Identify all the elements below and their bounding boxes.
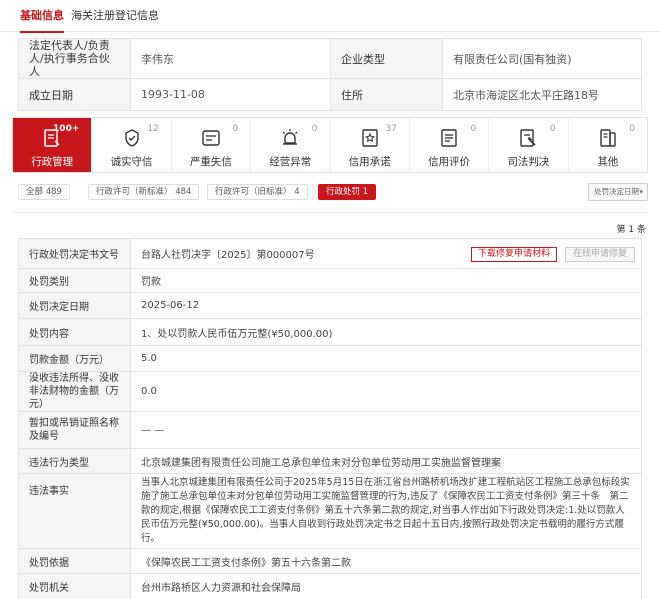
filter-chip-all[interactable]: 全部 489 (18, 184, 70, 200)
category-label: 其他 (597, 156, 619, 168)
category-label: 信用评价 (428, 156, 471, 168)
table-row: 处罚类别 罚款 (18, 268, 642, 293)
category-honesty[interactable]: 12 诚实守信 (92, 118, 172, 172)
tab-customs-registration[interactable]: 海关注册登记信息 (71, 0, 159, 32)
detail-label: 处罚内容 (18, 318, 131, 346)
download-repair-materials-button[interactable]: 下载修复申请材料 (471, 247, 557, 262)
detail-value: 《保障农民工工资支付条例》第五十六条第二款 (130, 548, 642, 574)
category-count: 12 (147, 124, 159, 134)
category-label: 行政管理 (31, 156, 74, 168)
table-row: 暂扣或吊销证照名称及编号 — — (18, 411, 642, 449)
online-repair-button[interactable]: 在线申请修复 (565, 247, 635, 262)
detail-label: 违法事实 (18, 473, 131, 549)
category-label: 经营异常 (269, 156, 312, 168)
table-row: 处罚机关 台州市路桥区人力资源和社会保障局 (18, 573, 642, 599)
detail-value: 当事人北京城建集团有限责任公司于2025年5月15日在浙江省台州路桥机场改扩建工… (130, 473, 642, 549)
other-icon (597, 127, 619, 149)
table-row: 违法行为类型 北京城建集团有限责任公司施工总承包单位未对分包单位劳动用工实施监督… (18, 448, 642, 474)
category-count: 0 (311, 124, 318, 134)
category-serious-dishonesty[interactable]: 0 严重失信 (172, 118, 252, 172)
filter-chip-license-old[interactable]: 行政许可（旧标准） 4 (207, 184, 308, 200)
honesty-icon (121, 127, 143, 149)
chevron-down-icon: ▾ (639, 188, 643, 196)
detail-value: 0.0 (130, 371, 642, 412)
category-credit-evaluation[interactable]: 0 信用评价 (410, 118, 490, 172)
detail-label: 行政处罚决定书文号 (18, 238, 131, 269)
sort-dropdown[interactable]: 处罚决定日期 ▾ (588, 183, 648, 201)
credit-commitment-icon (359, 127, 381, 149)
sort-label: 处罚决定日期 (594, 187, 639, 196)
established-date-value: 1993-11-08 (130, 78, 331, 111)
detail-value: 北京城建集团有限责任公司施工总承包单位未对分包单位劳动用工实施监督管理案 (130, 448, 642, 474)
basic-info-table: 法定代表人/负责人/执行事务合伙人 李伟东 企业类型 有限责任公司(国有独资) … (18, 38, 642, 111)
legal-representative-value: 李伟东 (130, 38, 331, 79)
tab-bar: 基础信息 海关注册登记信息 (0, 0, 660, 33)
category-label: 严重失信 (189, 156, 232, 168)
table-row: 罚款金额（万元） 5.0 (18, 345, 642, 372)
result-count: 第 1 条 (616, 225, 646, 235)
detail-label: 处罚依据 (18, 548, 131, 574)
detail-label: 没收违法所得、没收非法财物的金额（万元） (18, 371, 131, 412)
table-row: 违法事实 当事人北京城建集团有限责任公司于2025年5月15日在浙江省台州路桥机… (18, 473, 642, 549)
detail-label: 罚款金额（万元） (18, 345, 131, 372)
category-abnormal-operation[interactable]: 0 经营异常 (251, 118, 331, 172)
enterprise-type-value: 有限责任公司(国有独资) (442, 38, 642, 79)
category-label: 信用承诺 (348, 156, 391, 168)
detail-value: 台州市路桥区人力资源和社会保障局 (130, 573, 642, 599)
detail-label: 违法行为类型 (18, 448, 131, 474)
established-date-label: 成立日期 (18, 78, 131, 111)
detail-value: 5.0 (130, 345, 642, 372)
filter-chip-license-new[interactable]: 行政许可（新标准） 484 (88, 184, 200, 200)
category-admin-management[interactable]: 100+ 行政管理 (13, 118, 93, 172)
category-label: 司法判决 (507, 156, 550, 168)
category-bar: 100+ 行政管理 12 诚实守信 0 严重失信 0 经营异常 37 信用承诺 … (12, 117, 648, 173)
address-label: 住所 (330, 78, 443, 111)
detail-label: 处罚决定日期 (18, 292, 131, 319)
serious-dishonesty-icon (200, 127, 222, 149)
detail-label: 暂扣或吊销证照名称及编号 (18, 411, 131, 449)
detail-label: 处罚机关 (18, 573, 131, 599)
table-row: 处罚内容 1、处以罚款人民币伍万元整(¥50,000.00) (18, 318, 642, 346)
legal-representative-label: 法定代表人/负责人/执行事务合伙人 (18, 38, 131, 79)
table-row: 处罚依据 《保障农民工工资支付条例》第五十六条第二款 (18, 548, 642, 574)
detail-value: 1、处以罚款人民币伍万元整(¥50,000.00) (130, 318, 642, 346)
table-row: 没收违法所得、没收非法财物的金额（万元） 0.0 (18, 371, 642, 412)
category-count: 0 (470, 124, 477, 134)
detail-value: 罚款 (130, 268, 642, 293)
tab-basic-info[interactable]: 基础信息 (20, 0, 64, 33)
enterprise-type-label: 企业类型 (330, 38, 443, 79)
category-count: 0 (629, 124, 635, 134)
detail-value: 2025-06-12 (130, 292, 642, 319)
category-count: 37 (385, 124, 397, 134)
judicial-judgment-icon (517, 127, 539, 149)
address-value: 北京市海淀区北太平庄路18号 (442, 78, 642, 111)
penalty-detail-table: 行政处罚决定书文号 台路人社罚决字〔2025〕第000007号 处罚类别 罚款 … (18, 238, 642, 599)
abnormal-operation-icon (279, 127, 301, 149)
credit-evaluation-icon (438, 127, 460, 149)
table-row: 处罚决定日期 2025-06-12 (18, 292, 642, 319)
detail-label: 处罚类别 (18, 268, 131, 293)
category-label: 诚实守信 (110, 156, 153, 168)
category-count: 0 (549, 124, 556, 134)
table-row: 成立日期 1993-11-08 住所 北京市海淀区北太平庄路18号 (18, 78, 642, 111)
divider (12, 212, 648, 213)
category-count: 0 (232, 124, 239, 134)
category-credit-commitment[interactable]: 37 信用承诺 (331, 118, 410, 172)
category-other[interactable]: 0 其他 (569, 118, 647, 172)
filter-chip-penalty[interactable]: 行政处罚 1 (318, 184, 377, 200)
category-judicial-judgment[interactable]: 0 司法判决 (489, 118, 569, 172)
detail-value: — — (130, 411, 642, 449)
admin-management-icon (41, 127, 63, 149)
table-row: 法定代表人/负责人/执行事务合伙人 李伟东 企业类型 有限责任公司(国有独资) (18, 38, 642, 79)
